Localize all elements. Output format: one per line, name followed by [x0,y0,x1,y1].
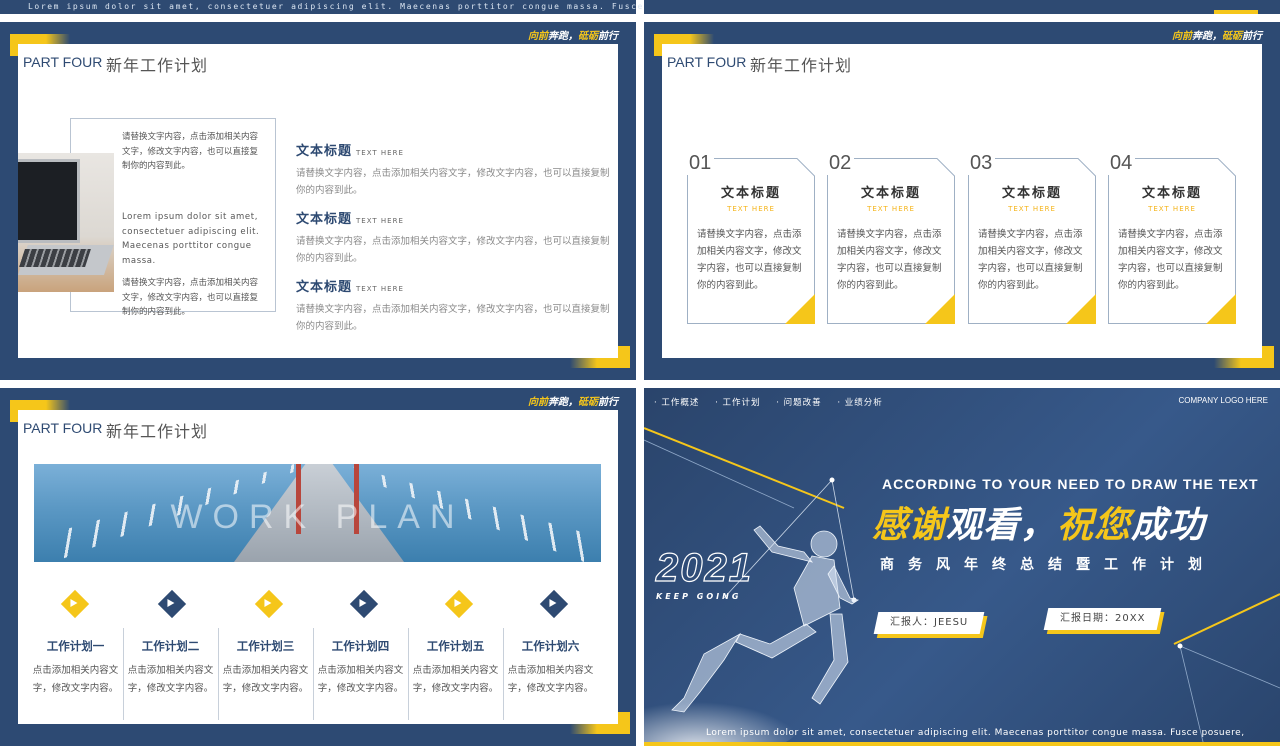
slogan: 向前奔跑，砥砺前行 [528,397,618,408]
card-number: 04 [1107,152,1136,175]
play-diamond-icon [157,589,187,619]
plan-title: 工作计划二 [141,639,200,653]
slide-thumbnail-4[interactable]: · 工作概述 · 工作计划 · 问题改善 · 业绩分析 COMPANY LOGO… [644,388,1280,746]
play-diamond-icon [444,589,474,619]
slide-thumbnail-3[interactable]: 向前奔跑，砥砺前行 PART FOUR 新年工作计划 WORK PLAN 工作计… [0,388,636,746]
frame-text-2: Lorem ipsum dolor sit amet, consectetuer… [122,212,260,266]
plan-body: 点击添加相关内容文字，修改文字内容。 [507,665,594,694]
keep-going-text: KEEP GOING [656,592,742,601]
card-body: 请替换文字内容，点击添加相关内容文字，修改文字内容，也可以直接复制你的内容到此。 [978,229,1083,291]
bottom-caption: Lorem ipsum dolor sit amet, consectetuer… [706,728,1245,738]
year-outline-text: 2021 [655,545,753,590]
date-tag: 汇报日期：20XX [1043,608,1162,630]
card-body: 请替换文字内容，点击添加相关内容文字，修改文字内容，也可以直接复制你的内容到此。 [1118,229,1223,291]
part-title: 新年工作计划 [106,422,209,441]
top-strip-text: Lorem ipsum dolor sit amet, consectetuer… [28,2,702,11]
card-title: 文本标题 [720,186,781,201]
banner-overlay-text: WORK PLAN [170,498,465,536]
english-tagline: ACCORDING TO YOUR NEED TO DRAW THE TEXT [882,476,1259,492]
content-panel: PART FOUR 新年工作计划 01 02 03 04 文本标题 文本标题 文… [662,44,1262,358]
content-panel: PART FOUR 新年工作计划 WORK PLAN 工作计划一 工作计划二 工… [18,410,618,724]
text-item: 文本标题 TEXT HERE 请替换文字内容，点击添加相关内容文字，修改文字内容，… [296,208,612,267]
slogan: 向前奔跑，砥砺前行 [1172,31,1262,42]
item-subtitle: TEXT HERE [356,149,404,157]
text-item: 文本标题 TEXT HERE 请替换文字内容，点击添加相关内容文字，修改文字内容，… [296,276,612,335]
text-item: 文本标题 TEXT HERE 请替换文字内容，点击添加相关内容文字，修改文字内容，… [296,140,612,199]
part-label: PART FOUR [23,54,103,70]
card-corner-triangle [1066,294,1096,324]
pier-banner-image: WORK PLAN [34,464,601,562]
plan-title: 工作计划五 [426,639,485,653]
item-body: 请替换文字内容，点击添加相关内容文字，修改文字内容，也可以直接复制你的内容到此。 [296,236,610,264]
content-panel: PART FOUR 新年工作计划 请替换文字内容，点击添加相关内容文字，修改文字… [18,44,618,358]
plan-title: 工作计划三 [236,639,295,653]
item-title: 文本标题 [296,280,353,295]
item-title: 文本标题 [296,212,353,227]
card-corner-triangle [1206,294,1236,324]
card-number: 01 [686,152,715,175]
plan-body: 点击添加相关内容文字，修改文字内容。 [127,665,214,694]
part-label: PART FOUR [23,420,103,436]
part-title: 新年工作计划 [106,56,209,75]
card-subtitle: TEXT HERE [1008,205,1056,213]
slide-thumbnail-1[interactable]: 向前奔跑，砥砺前行 PART FOUR 新年工作计划 请替换文字内容，点击添加相… [0,22,636,380]
top-strip-right [644,0,1280,14]
reporter-tag: 汇报人：JEESU [873,612,985,634]
card-body: 请替换文字内容，点击添加相关内容文字，修改文字内容，也可以直接复制你的内容到此。 [697,229,802,291]
slogan: 向前奔跑，砥砺前行 [528,31,618,42]
card-number: 02 [826,152,855,175]
part-label: PART FOUR [667,54,747,70]
play-diamond-icon [539,589,569,619]
play-diamond-icon [254,589,284,619]
thanks-headline: 感谢观看，祝您成功 [872,505,1206,546]
plan-body: 点击添加相关内容文字，修改文字内容。 [32,665,119,694]
plan-body: 点击添加相关内容文字，修改文字内容。 [317,665,404,694]
play-diamond-icon [60,589,90,619]
item-body: 请替换文字内容，点击添加相关内容文字，修改文字内容，也可以直接复制你的内容到此。 [296,168,610,196]
card-title: 文本标题 [1141,186,1202,201]
plan-title: 工作计划四 [331,639,390,653]
part-title: 新年工作计划 [750,56,853,75]
laptop-keyboard [19,249,91,267]
card-number: 03 [967,152,996,175]
item-title: 文本标题 [296,144,353,159]
item-body: 请替换文字内容，点击添加相关内容文字，修改文字内容，也可以直接复制你的内容到此。 [296,304,610,332]
frame-text-1: 请替换文字内容，点击添加相关内容文字，修改文字内容，也可以直接复制你的内容到此。 [122,132,259,171]
card-title: 文本标题 [860,186,921,201]
card-body: 请替换文字内容，点击添加相关内容文字，修改文字内容，也可以直接复制你的内容到此。 [837,229,942,291]
laptop-photo [18,153,114,292]
plan-body: 点击添加相关内容文字，修改文字内容。 [412,665,499,694]
plan-title: 工作计划一 [46,639,105,653]
top-strip-accent [1214,10,1258,14]
play-diamond-icon [349,589,379,619]
card-subtitle: TEXT HERE [867,205,915,213]
bottom-accent-bar [644,742,1280,746]
slide-thumbnail-2[interactable]: 向前奔跑，砥砺前行 PART FOUR 新年工作计划 01 02 03 04 文… [644,22,1280,380]
card-corner-triangle [925,294,955,324]
top-strip-left: Lorem ipsum dolor sit amet, consectetuer… [0,0,700,14]
laptop-screen [18,159,80,243]
subtitle: 商务风年终总结暨工作计划 [880,557,1216,573]
plan-body: 点击添加相关内容文字，修改文字内容。 [222,665,309,694]
item-subtitle: TEXT HERE [356,285,404,293]
card-corner-triangle [785,294,815,324]
plan-title: 工作计划六 [521,639,580,653]
item-subtitle: TEXT HERE [356,217,404,225]
card-title: 文本标题 [1001,186,1062,201]
card-subtitle: TEXT HERE [1148,205,1196,213]
frame-text-3: 请替换文字内容，点击添加相关内容文字，修改文字内容，也可以直接复制你的内容到此。 [122,278,259,317]
card-subtitle: TEXT HERE [727,205,775,213]
